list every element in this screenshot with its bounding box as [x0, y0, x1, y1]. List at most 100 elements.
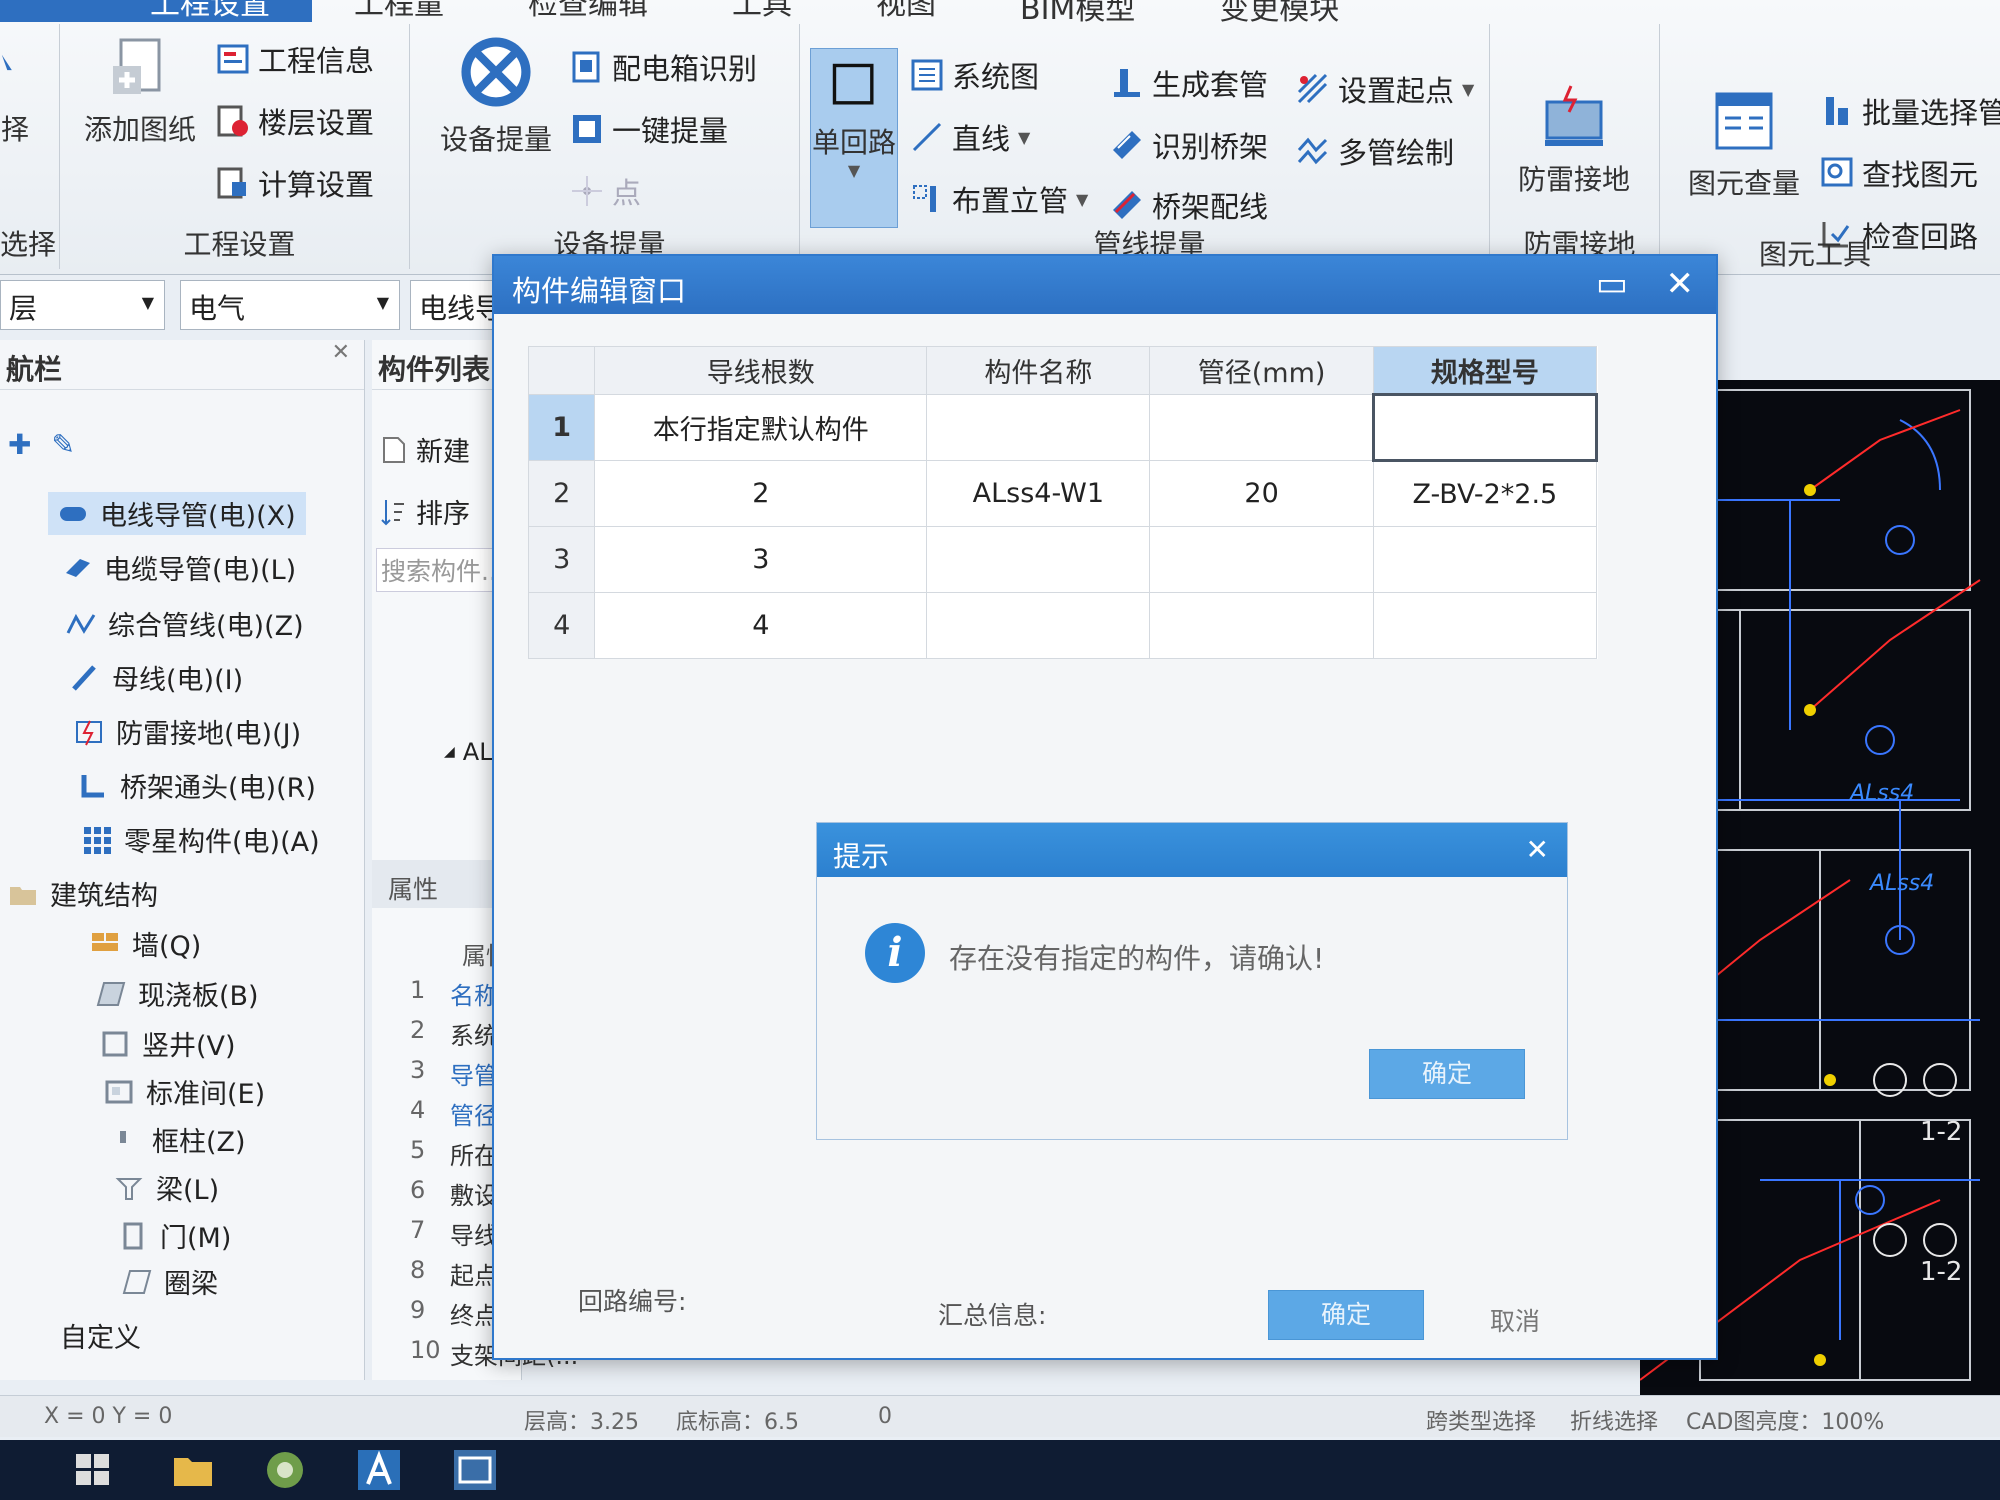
nav-item-busbar[interactable]: 母线(电)(I) — [70, 658, 243, 697]
sort-button[interactable]: 排序 — [380, 492, 470, 531]
cell-component-name[interactable]: ALss4-W1 — [926, 460, 1151, 527]
grid-header-wire-count[interactable]: 导线根数 — [594, 346, 928, 395]
polyline-select-toggle[interactable]: 折线选择 — [1570, 1404, 1658, 1436]
close-icon[interactable]: ✕ — [332, 340, 350, 365]
project-info-button[interactable]: 工程信息 — [216, 38, 374, 80]
select-button[interactable]: 择 — [0, 34, 30, 148]
cell-pipe-diameter[interactable] — [1149, 592, 1374, 659]
menu-tab-tools[interactable]: 工具 — [690, 0, 834, 22]
nav-item-misc-component[interactable]: 零星构件(电)(A) — [82, 820, 320, 859]
table-row[interactable]: 4 4 — [527, 592, 1598, 659]
tray-wiring-button[interactable]: 桥架配线 — [1110, 184, 1268, 226]
batch-select-button[interactable]: 批量选择管 — [1820, 90, 2000, 132]
menu-tab-project-settings[interactable]: 工程设置 — [0, 0, 312, 22]
grid-header-pipe-diameter[interactable]: 管径(mm) — [1149, 346, 1374, 395]
cell-wire-count[interactable]: 3 — [594, 526, 928, 593]
close-icon[interactable]: ✕ — [1526, 833, 1549, 866]
nav-item-custom[interactable]: 自定义 — [60, 1316, 141, 1355]
cell-wire-count[interactable]: 4 — [594, 592, 928, 659]
table-row[interactable]: 1 本行指定默认构件 — [527, 393, 1599, 462]
edit-icon[interactable]: ✎ — [51, 428, 74, 461]
file-explorer-icon[interactable] — [170, 1448, 216, 1492]
identify-tray-button[interactable]: 识别桥架 — [1110, 124, 1268, 166]
menu-tab-change[interactable]: 变更模块 — [1177, 0, 1381, 22]
nav-section-building-structure[interactable]: 建筑结构 — [8, 874, 158, 913]
wire-conduit-icon — [60, 506, 86, 521]
straight-line-button[interactable]: 直线 ▼ — [910, 116, 1030, 158]
nav-item-standard-room[interactable]: 标准间(E) — [104, 1072, 265, 1111]
panel-recognition-button[interactable]: 配电箱识别 — [570, 46, 757, 88]
nav-item-ring-beam[interactable]: 圈梁 — [122, 1262, 218, 1301]
add-drawing-button[interactable]: 添加图纸 — [84, 34, 196, 148]
nav-item-lightning-grounding[interactable]: 防雷接地(电)(J) — [74, 712, 301, 751]
cell-wire-count[interactable]: 本行指定默认构件 — [594, 394, 928, 461]
menu-tab-bim[interactable]: BIM模型 — [978, 0, 1177, 22]
device-takeoff-button[interactable]: 设备提量 — [440, 34, 552, 158]
table-row[interactable]: 2 2 ALss4-W1 20 Z-BV-2*2.5 — [527, 460, 1598, 527]
table-row[interactable]: 3 3 — [527, 526, 1598, 593]
nav-item-frame-column[interactable]: 框柱(Z) — [110, 1120, 246, 1159]
cell-spec-model-selected[interactable] — [1371, 393, 1599, 462]
nav-item-tray-fitting[interactable]: 桥架通头(电)(R) — [78, 766, 316, 805]
cell-pipe-diameter[interactable]: 20 — [1149, 460, 1374, 527]
nav-item-cable-conduit[interactable]: 电缆导管(电)(L) — [62, 548, 296, 587]
straight-line-dropdown-icon[interactable]: ▼ — [1018, 128, 1030, 147]
edit-window-ok-button[interactable]: 确定 — [1268, 1290, 1424, 1340]
nav-item-door[interactable]: 门(M) — [118, 1216, 231, 1255]
cross-type-select-toggle[interactable]: 跨类型选择 — [1426, 1404, 1536, 1436]
find-element-icon — [1821, 157, 1853, 187]
place-riser-button[interactable]: 布置立管 ▼ — [910, 178, 1088, 220]
cell-component-name[interactable] — [926, 526, 1151, 593]
generate-sleeve-button[interactable]: 生成套管 — [1110, 62, 1268, 104]
cell-spec-model[interactable] — [1372, 526, 1598, 593]
point-button[interactable]: 点 — [570, 170, 641, 212]
cell-spec-model[interactable]: Z-BV-2*2.5 — [1372, 460, 1598, 527]
find-element-button[interactable]: 查找图元 — [1820, 152, 1978, 194]
app-a-icon[interactable] — [356, 1448, 402, 1492]
one-key-takeoff-button[interactable]: 一键提量 — [570, 108, 728, 150]
prompt-message: 存在没有指定的构件，请确认! — [949, 942, 1325, 975]
calc-settings-button[interactable]: 计算设置 — [216, 162, 374, 204]
menu-tab-check-edit[interactable]: 检查编辑 — [486, 0, 690, 22]
single-loop-dropdown-icon[interactable]: ▼ — [848, 161, 860, 180]
floor-select[interactable]: 层 ▼ — [0, 280, 165, 330]
grid-header-component-name[interactable]: 构件名称 — [926, 346, 1151, 395]
prop-row[interactable]: 1 名称 — [410, 976, 498, 1011]
cell-pipe-diameter[interactable] — [1149, 526, 1374, 593]
multi-pipe-draw-button[interactable]: 多管绘制 — [1296, 130, 1454, 172]
element-query-button[interactable]: 图元查量 — [1688, 88, 1800, 202]
set-start-point-button[interactable]: 设置起点 ▼ — [1296, 68, 1474, 110]
floor-settings-button[interactable]: 楼层设置 — [216, 100, 374, 142]
set-start-point-dropdown-icon[interactable]: ▼ — [1462, 80, 1474, 99]
menu-tab-view[interactable]: 视图 — [834, 0, 978, 22]
component-tree-node[interactable]: ◢ AL — [444, 738, 493, 766]
cell-component-name[interactable] — [926, 394, 1151, 461]
nav-item-beam[interactable]: 梁(L) — [114, 1168, 219, 1207]
close-icon[interactable]: ✕ — [1666, 264, 1695, 304]
nav-item-wall[interactable]: 墙(Q) — [90, 924, 201, 963]
cell-component-name[interactable] — [926, 592, 1151, 659]
nav-item-shaft[interactable]: 竖井(V) — [100, 1024, 236, 1063]
prompt-ok-button[interactable]: 确定 — [1369, 1049, 1525, 1099]
add-icon[interactable]: ✚ — [8, 428, 31, 461]
lightning-grounding-button[interactable]: 防雷接地 — [1518, 84, 1630, 198]
nav-item-wire-conduit[interactable]: 电线导管(电)(X) — [48, 492, 306, 535]
maximize-icon[interactable]: ▭ — [1596, 264, 1628, 304]
nav-item-combined-pipeline[interactable]: 综合管线(电)(Z) — [66, 604, 304, 643]
edit-window-cancel-button[interactable]: 取消 — [1490, 1302, 1540, 1338]
new-component-button[interactable]: 新建 — [380, 430, 470, 469]
single-loop-button[interactable]: 单回路 ▼ — [810, 48, 898, 228]
discipline-select[interactable]: 电气 ▼ — [180, 280, 400, 330]
cad-app-icon[interactable] — [452, 1448, 498, 1492]
menu-tab-quantity[interactable]: 工程量 — [312, 0, 486, 22]
cell-spec-model[interactable] — [1372, 592, 1598, 659]
grid-header-spec-model[interactable]: 规格型号 — [1372, 346, 1598, 395]
browser-icon[interactable] — [262, 1448, 308, 1492]
place-riser-dropdown-icon[interactable]: ▼ — [1076, 190, 1088, 209]
cad-brightness-readout[interactable]: CAD图亮度：100% — [1686, 1404, 1884, 1436]
windows-start-icon[interactable] — [70, 1448, 116, 1492]
system-diagram-button[interactable]: 系统图 — [910, 54, 1039, 96]
cell-pipe-diameter[interactable] — [1149, 394, 1374, 461]
cell-wire-count[interactable]: 2 — [594, 460, 928, 527]
nav-item-cast-slab[interactable]: 现浇板(B) — [96, 974, 259, 1013]
